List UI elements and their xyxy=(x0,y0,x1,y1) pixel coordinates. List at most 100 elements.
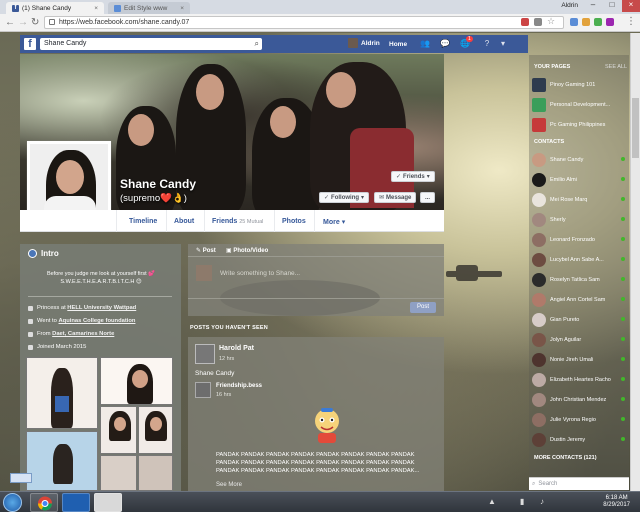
composer-tab-photo-video[interactable]: ▣ Photo/Video xyxy=(226,247,268,254)
post-author-name[interactable]: Harold Pat xyxy=(219,345,254,352)
contact-item[interactable]: Shane Candy xyxy=(532,151,628,168)
chat-search-input[interactable]: ⌕ Search xyxy=(529,477,629,490)
friends-button[interactable]: ✓ Friends ▾ xyxy=(391,171,435,182)
contact-item[interactable]: Dustin Jeremy xyxy=(532,431,628,448)
more-options-button[interactable]: ... xyxy=(420,192,436,203)
tab-about[interactable]: About xyxy=(174,218,194,225)
chrome-menu-icon[interactable]: ⋮ xyxy=(626,16,636,27)
notification-popup-icon[interactable] xyxy=(10,473,32,483)
account-menu-chevron-down-icon[interactable]: ▾ xyxy=(498,39,508,49)
back-icon[interactable]: ← xyxy=(5,17,15,28)
clock-date: 8/29/2017 xyxy=(603,502,630,508)
intro-photo[interactable] xyxy=(26,431,98,491)
contact-item[interactable]: Lucybel Ann Sabe A... xyxy=(532,251,628,268)
tab-more[interactable]: More ▾ xyxy=(323,218,345,226)
composer-tab-post[interactable]: ✎ Post xyxy=(196,247,216,254)
page-item[interactable]: Pc Gaming Philippines xyxy=(532,116,628,133)
reload-icon[interactable]: ↻ xyxy=(31,17,39,28)
tray-icon[interactable]: ▲ xyxy=(488,497,496,506)
browser-tab-inactive[interactable]: Edit Style www × xyxy=(108,2,190,14)
contact-item[interactable]: Leonard Fronzado xyxy=(532,231,628,248)
online-status-icon xyxy=(621,217,625,221)
intro-row-link[interactable]: Daet, Camarines Norte xyxy=(52,331,114,337)
contact-item[interactable]: Julie Vyrona Regio xyxy=(532,411,628,428)
tab-friends[interactable]: Friends 25 Mutual xyxy=(212,218,263,225)
start-button[interactable] xyxy=(3,493,22,512)
contact-item[interactable]: Elizabeth Heartes Racho xyxy=(532,371,628,388)
extension-icon[interactable] xyxy=(606,18,614,26)
close-window-icon[interactable]: × xyxy=(622,0,640,12)
post-timestamp[interactable]: 12 hrs xyxy=(219,356,234,362)
following-button-label: Following xyxy=(331,194,360,201)
tab-timeline[interactable]: Timeline xyxy=(129,218,157,225)
post-tagged-user[interactable]: Shane Candy xyxy=(195,370,234,377)
contact-item[interactable]: Gian Pureto xyxy=(532,311,628,328)
contact-item[interactable]: Roselyn Tatlica Sam xyxy=(532,271,628,288)
volume-icon[interactable]: ♪ xyxy=(540,497,544,506)
taskbar-clock[interactable]: 6:18 AM 8/29/2017 xyxy=(603,495,630,509)
search-icon[interactable]: ⌕ xyxy=(255,39,259,49)
intro-photo[interactable] xyxy=(100,455,137,491)
forward-icon[interactable]: → xyxy=(18,17,28,28)
friend-requests-icon[interactable]: 👥 xyxy=(420,39,430,49)
extension-icon[interactable] xyxy=(570,18,578,26)
search-value: Shane Candy xyxy=(44,40,87,47)
post-author-avatar[interactable] xyxy=(195,344,215,364)
extension-icon[interactable] xyxy=(582,18,590,26)
scrollbar-thumb[interactable] xyxy=(632,98,639,158)
close-tab-icon[interactable]: × xyxy=(180,5,184,12)
feed-section-title: POSTS YOU HAVEN'T SEEN xyxy=(190,325,268,331)
contact-item[interactable]: Sherly xyxy=(532,211,628,228)
app-taskbar-icon[interactable] xyxy=(94,493,122,512)
intro-row-link[interactable]: HELL University Wattpad xyxy=(67,305,136,311)
page-name: Pc Gaming Philippines xyxy=(550,121,606,128)
page-item[interactable]: Personal Development... xyxy=(532,96,628,113)
facebook-search-input[interactable]: Shane Candy ⌕ xyxy=(40,38,262,50)
chrome-profile-name[interactable]: Aldrin xyxy=(561,2,578,9)
app-taskbar-icon[interactable] xyxy=(62,493,90,512)
bookmark-star-icon[interactable]: ☆ xyxy=(547,16,555,27)
shared-timestamp[interactable]: 16 hrs xyxy=(216,392,231,398)
extension-icon[interactable] xyxy=(534,18,542,26)
intro-photo[interactable] xyxy=(100,406,137,454)
maximize-icon[interactable]: □ xyxy=(603,0,621,12)
extension-icon[interactable] xyxy=(594,18,602,26)
facebook-logo-icon[interactable]: f xyxy=(24,38,36,50)
extension-icon[interactable] xyxy=(521,18,529,26)
contact-item[interactable]: Nonie Jireh Umali xyxy=(532,351,628,368)
composer-input[interactable]: Write something to Shane... xyxy=(220,270,300,277)
browser-tab-active[interactable]: f (1) Shane Candy × xyxy=(6,2,104,14)
intro-photo[interactable] xyxy=(26,357,98,429)
home-link[interactable]: Home xyxy=(389,41,407,48)
contact-item[interactable]: John Christian Mendez xyxy=(532,391,628,408)
network-icon[interactable]: ▮ xyxy=(520,497,524,506)
see-all-link[interactable]: SEE ALL xyxy=(605,64,627,70)
page-scrollbar[interactable] xyxy=(630,33,640,491)
following-button[interactable]: ✓ Following ▾ xyxy=(319,192,370,203)
header-profile-link[interactable]: Aldrin xyxy=(348,38,380,48)
url-input[interactable]: https://web.facebook.com/shane.candy.07 xyxy=(44,16,564,29)
contact-item[interactable]: Emilio Almi xyxy=(532,171,628,188)
shared-author-name[interactable]: Friendship.bess xyxy=(216,383,262,389)
intro-row-link[interactable]: Aquinas College foundation xyxy=(58,318,135,324)
intro-photo[interactable] xyxy=(100,357,173,405)
messages-icon[interactable]: 💬 xyxy=(440,39,450,49)
shared-author-avatar[interactable] xyxy=(195,382,211,398)
contact-item[interactable]: Jolyn Aguilar xyxy=(532,331,628,348)
contact-item[interactable]: Angiel Ann Cortel Sam xyxy=(532,291,628,308)
help-icon[interactable]: ? xyxy=(482,39,492,49)
intro-photo[interactable] xyxy=(138,455,173,491)
contact-item[interactable]: Mei Rose Marq xyxy=(532,191,628,208)
chrome-taskbar-icon[interactable] xyxy=(30,493,58,512)
see-more-link[interactable]: See More xyxy=(216,482,242,488)
minimize-icon[interactable]: – xyxy=(584,0,602,12)
browser-tab-label: Edit Style www xyxy=(124,4,168,12)
friends-button-label: Friends xyxy=(403,173,425,180)
post-button[interactable]: Post xyxy=(410,302,436,313)
page-item[interactable]: Pinoy Gaming 101 xyxy=(532,76,628,93)
close-tab-icon[interactable]: × xyxy=(94,5,98,12)
intro-photo[interactable] xyxy=(138,406,173,454)
avatar xyxy=(532,152,546,167)
message-button[interactable]: ✉ Message xyxy=(374,192,417,203)
tab-photos[interactable]: Photos xyxy=(282,218,306,225)
